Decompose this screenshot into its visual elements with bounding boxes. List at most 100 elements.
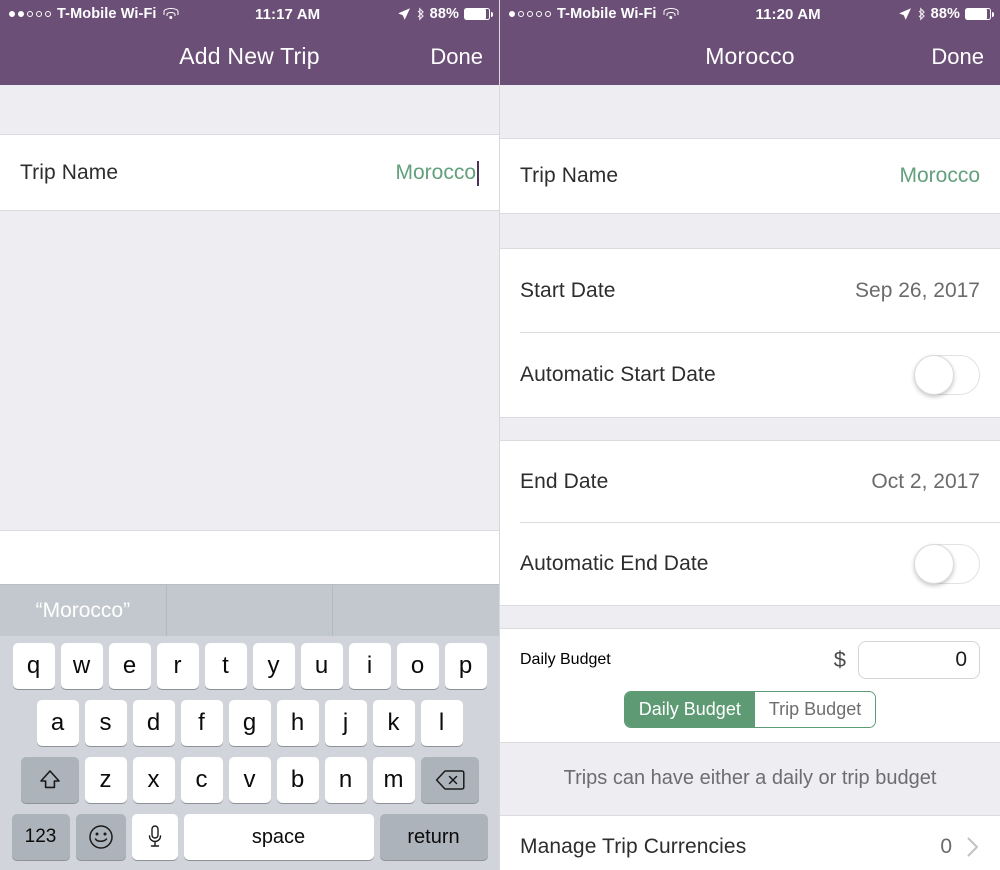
trip-name-label: Trip Name <box>20 161 119 184</box>
on-screen-keyboard: “Morocco” q w e r t y u i o p a s d f g … <box>0 584 499 870</box>
key-z[interactable]: z <box>84 757 127 803</box>
section-gap-top <box>0 85 499 135</box>
carrier-label: T-Mobile Wi-Fi <box>557 6 657 22</box>
done-button[interactable]: Done <box>430 44 483 70</box>
signal-strength-dots <box>509 11 551 17</box>
budget-amount-input[interactable]: 0 <box>858 641 980 679</box>
budget-type-segmented-control[interactable]: Daily Budget Trip Budget <box>623 691 877 728</box>
navigation-bar-right: Morocco Done <box>500 28 1000 85</box>
end-date-label: End Date <box>520 470 609 493</box>
trip-name-row[interactable]: Trip Name Morocco <box>500 139 1000 213</box>
key-c[interactable]: c <box>180 757 223 803</box>
end-date-row[interactable]: End Date Oct 2, 2017 <box>500 441 1000 523</box>
dual-screenshot-container: T-Mobile Wi-Fi 11:17 AM 88% Add New Trip… <box>0 0 1000 870</box>
key-v[interactable]: v <box>228 757 271 803</box>
daily-budget-label: Daily Budget <box>520 651 611 668</box>
key-x[interactable]: x <box>132 757 175 803</box>
automatic-end-date-toggle[interactable] <box>914 544 980 584</box>
trip-name-value[interactable]: Morocco <box>899 164 980 188</box>
battery-percent-label: 88% <box>429 6 459 22</box>
space-key[interactable]: space <box>183 814 374 860</box>
manage-trip-currencies-label: Manage Trip Currencies <box>520 834 747 858</box>
return-key[interactable]: return <box>379 814 488 860</box>
status-bar-left-group: T-Mobile Wi-Fi <box>509 6 679 22</box>
key-y[interactable]: y <box>252 643 295 689</box>
trip-name-label: Trip Name <box>520 164 619 187</box>
key-r[interactable]: r <box>156 643 199 689</box>
shift-up-arrow-icon[interactable] <box>20 757 79 803</box>
bluetooth-icon <box>917 7 926 21</box>
text-caret <box>477 160 479 186</box>
budget-type-segmented-wrap: Daily Budget Trip Budget <box>500 691 1000 742</box>
microphone-icon[interactable] <box>131 814 178 860</box>
budget-footnote: Trips can have either a daily or trip bu… <box>500 741 1000 816</box>
automatic-end-date-label: Automatic End Date <box>520 552 709 575</box>
right-screen-trip-detail: T-Mobile Wi-Fi 11:20 AM 88% Morocco Done… <box>500 0 1000 870</box>
suggestion-3[interactable] <box>332 585 499 636</box>
key-j[interactable]: j <box>324 700 367 746</box>
trip-name-input[interactable]: Morocco <box>395 161 476 185</box>
key-e[interactable]: e <box>108 643 151 689</box>
key-o[interactable]: o <box>396 643 439 689</box>
chevron-right-icon[interactable] <box>966 836 980 858</box>
key-n[interactable]: n <box>324 757 367 803</box>
key-g[interactable]: g <box>228 700 271 746</box>
section-gap-dates <box>500 213 1000 249</box>
key-s[interactable]: s <box>84 700 127 746</box>
currency-symbol: $ <box>833 647 846 672</box>
done-button[interactable]: Done <box>931 44 984 70</box>
numbers-key[interactable]: 123 <box>11 814 70 860</box>
automatic-start-date-label: Automatic Start Date <box>520 363 716 386</box>
keyboard-row-3: z x c v b n m <box>3 757 496 803</box>
key-i[interactable]: i <box>348 643 391 689</box>
battery-icon <box>464 8 494 20</box>
start-date-label: Start Date <box>520 279 616 302</box>
key-f[interactable]: f <box>180 700 223 746</box>
end-date-value[interactable]: Oct 2, 2017 <box>871 470 980 494</box>
key-a[interactable]: a <box>36 700 79 746</box>
battery-percent-label: 88% <box>930 6 960 22</box>
wifi-icon <box>663 8 679 20</box>
navigation-bar-left: Add New Trip Done <box>0 28 499 85</box>
backspace-delete-icon[interactable] <box>420 757 479 803</box>
automatic-start-date-toggle[interactable] <box>914 355 980 395</box>
key-l[interactable]: l <box>420 700 463 746</box>
toggle-knob <box>914 544 954 584</box>
status-bar-right-group: 88% <box>898 6 995 22</box>
key-k[interactable]: k <box>372 700 415 746</box>
key-u[interactable]: u <box>300 643 343 689</box>
start-date-row[interactable]: Start Date Sep 26, 2017 <box>500 249 1000 333</box>
keyboard-row-1: q w e r t y u i o p <box>3 643 496 689</box>
toggle-knob <box>914 355 954 395</box>
automatic-end-date-row[interactable]: Automatic End Date <box>500 523 1000 605</box>
section-gap-budget <box>500 605 1000 629</box>
smiley-emoji-icon[interactable] <box>75 814 126 860</box>
section-gap-top <box>500 85 1000 139</box>
wifi-icon <box>163 8 179 20</box>
key-t[interactable]: t <box>204 643 247 689</box>
key-b[interactable]: b <box>276 757 319 803</box>
battery-icon <box>965 8 995 20</box>
segment-daily-budget[interactable]: Daily Budget <box>624 692 755 727</box>
content-empty-area <box>0 211 499 531</box>
daily-budget-section: Daily Budget $ 0 Daily Budget Trip Budge… <box>500 629 1000 742</box>
manage-trip-currencies-row[interactable]: Manage Trip Currencies 0 <box>500 815 1000 870</box>
daily-budget-row: Daily Budget $ 0 <box>500 629 1000 691</box>
start-date-value[interactable]: Sep 26, 2017 <box>855 279 980 303</box>
key-w[interactable]: w <box>60 643 103 689</box>
key-h[interactable]: h <box>276 700 319 746</box>
trip-name-row[interactable]: Trip Name Morocco <box>0 135 499 211</box>
suggestion-1[interactable]: “Morocco” <box>0 585 166 636</box>
keyboard-suggestion-bar: “Morocco” <box>0 584 499 636</box>
carrier-label: T-Mobile Wi-Fi <box>57 6 157 22</box>
keyboard-row-2: a s d f g h j k l <box>3 700 496 746</box>
status-bar-clock: 11:17 AM <box>254 5 321 23</box>
segment-trip-budget[interactable]: Trip Budget <box>754 692 876 727</box>
key-q[interactable]: q <box>12 643 55 689</box>
manage-trip-currencies-count: 0 <box>940 834 952 858</box>
key-p[interactable]: p <box>444 643 487 689</box>
key-m[interactable]: m <box>372 757 415 803</box>
automatic-start-date-row[interactable]: Automatic Start Date <box>500 333 1000 417</box>
suggestion-2[interactable] <box>165 585 333 636</box>
key-d[interactable]: d <box>132 700 175 746</box>
